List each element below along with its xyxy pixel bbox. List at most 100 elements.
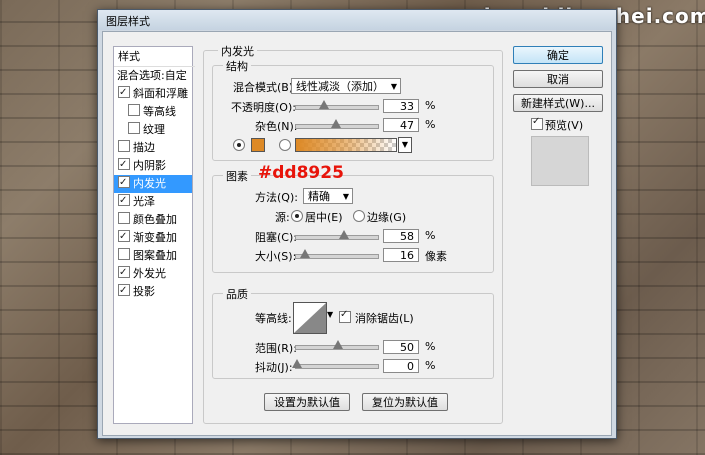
dialog-title: 图层样式 (106, 15, 150, 28)
style-pattern-overlay[interactable]: 图案叠加 (114, 247, 192, 265)
title-bar[interactable]: 图层样式 (98, 10, 616, 30)
inner-glow-checkbox[interactable] (118, 174, 130, 192)
ok-button[interactable]: 确定 (513, 46, 603, 64)
style-item-label: 等高线 (143, 105, 176, 118)
reset-default-button[interactable]: 复位为默认值 (362, 393, 448, 411)
contour-curve-icon (294, 303, 326, 333)
jitter-unit: % (425, 359, 436, 372)
style-list-header: 样式 (118, 50, 140, 63)
technique-label: 方法(Q): (255, 191, 298, 204)
style-gradient-overlay[interactable]: 渐变叠加 (114, 228, 192, 247)
solid-color-radio[interactable] (233, 139, 245, 151)
style-stroke[interactable]: 描边 (114, 139, 192, 157)
new-style-button[interactable]: 新建样式(W)... (513, 94, 603, 112)
glow-gradient-picker[interactable]: ▼ (295, 137, 412, 153)
style-drop-shadow[interactable]: 投影 (114, 282, 192, 301)
style-list: 样式 混合选项:自定 斜面和浮雕 等高线 纹理 描边 内阴影 内发光 光泽 颜色… (113, 46, 195, 424)
structure-legend: 结构 (223, 58, 251, 74)
range-input[interactable]: 50 (383, 340, 419, 354)
color-overlay-checkbox[interactable] (118, 212, 130, 224)
stroke-checkbox[interactable] (118, 140, 130, 152)
inner-shadow-checkbox[interactable] (118, 156, 130, 174)
style-texture[interactable]: 纹理 (114, 121, 192, 139)
gradient-overlay-checkbox[interactable] (118, 228, 130, 246)
style-item-label: 颜色叠加 (133, 213, 177, 226)
inner-glow-panel: 内发光 结构 混合模式(B): 线性减淡（添加） ▼ 不透明度(O): 33 %… (203, 43, 503, 424)
antialias-checkbox[interactable] (339, 309, 351, 323)
preview-checkbox[interactable] (531, 116, 543, 130)
style-outer-glow[interactable]: 外发光 (114, 264, 192, 283)
blend-mode-select[interactable]: 线性减淡（添加） ▼ (291, 78, 401, 94)
opacity-input[interactable]: 33 (383, 99, 419, 113)
source-center-label: 居中(E) (305, 211, 343, 224)
style-satin[interactable]: 光泽 (114, 192, 192, 211)
blend-mode-value: 线性减淡（添加） (296, 80, 384, 93)
noise-unit: % (425, 118, 436, 131)
quality-legend: 品质 (223, 286, 251, 302)
blending-options-item[interactable]: 混合选项:自定 (114, 66, 195, 85)
choke-input[interactable]: 58 (383, 229, 419, 243)
style-inner-glow[interactable]: 内发光 (114, 174, 192, 193)
gradient-radio[interactable] (279, 139, 291, 151)
style-item-label: 渐变叠加 (133, 231, 177, 244)
structure-group: 结构 混合模式(B): 线性减淡（添加） ▼ 不透明度(O): 33 % 杂色(… (212, 58, 494, 161)
opacity-label: 不透明度(O): (231, 101, 296, 114)
color-hex-annotation: #dd8925 (258, 163, 344, 183)
style-item-label: 纹理 (143, 123, 165, 136)
slider-thumb[interactable] (339, 230, 349, 239)
inner-glow-title: 内发光 (218, 43, 257, 59)
make-default-button[interactable]: 设置为默认值 (264, 393, 350, 411)
jitter-input[interactable]: 0 (383, 359, 419, 373)
chevron-down-icon: ▼ (390, 82, 397, 91)
jitter-slider[interactable] (292, 359, 379, 369)
style-preview-thumbnail (531, 136, 589, 186)
choke-label: 阻塞(C): (255, 231, 297, 244)
style-item-label: 描边 (133, 141, 155, 154)
chevron-down-icon[interactable]: ▼ (327, 310, 333, 319)
elements-legend: 图素 (223, 168, 251, 184)
opacity-slider[interactable] (295, 100, 379, 110)
style-contour[interactable]: 等高线 (114, 103, 192, 121)
slider-thumb[interactable] (300, 249, 310, 258)
slider-thumb[interactable] (333, 340, 343, 349)
style-item-label: 斜面和浮雕 (133, 87, 188, 100)
contour-label: 等高线: (255, 312, 292, 325)
source-edge-label: 边缘(G) (367, 211, 407, 224)
texture-checkbox[interactable] (128, 122, 140, 134)
style-inner-shadow[interactable]: 内阴影 (114, 156, 192, 175)
pattern-overlay-checkbox[interactable] (118, 248, 130, 260)
glow-color-swatch[interactable] (251, 138, 265, 152)
bevel-emboss-checkbox[interactable] (118, 84, 130, 102)
noise-input[interactable]: 47 (383, 118, 419, 132)
technique-select[interactable]: 精确 ▼ (303, 188, 353, 204)
opacity-unit: % (425, 99, 436, 112)
noise-slider[interactable] (295, 119, 379, 129)
range-slider[interactable] (295, 340, 379, 350)
quality-group: 品质 等高线: ▼ 消除锯齿(L) 范围(R): 50 % 抖动(J): 0 % (212, 286, 494, 379)
contour-picker[interactable] (293, 302, 327, 334)
satin-checkbox[interactable] (118, 192, 130, 210)
cancel-button[interactable]: 取消 (513, 70, 603, 88)
style-bevel-emboss[interactable]: 斜面和浮雕 (114, 84, 192, 103)
jitter-label: 抖动(J): (255, 361, 293, 374)
chevron-down-icon[interactable]: ▼ (398, 137, 412, 153)
outer-glow-checkbox[interactable] (118, 264, 130, 282)
slider-thumb[interactable] (319, 100, 329, 109)
style-item-label: 投影 (133, 285, 155, 298)
range-unit: % (425, 340, 436, 353)
source-center-radio[interactable] (291, 210, 303, 222)
chevron-down-icon: ▼ (342, 192, 349, 201)
style-color-overlay[interactable]: 颜色叠加 (114, 211, 192, 229)
contour-checkbox[interactable] (128, 104, 140, 116)
slider-thumb[interactable] (292, 359, 302, 368)
choke-slider[interactable] (295, 230, 379, 240)
blend-mode-label: 混合模式(B): (233, 81, 297, 94)
size-slider[interactable] (295, 249, 379, 259)
choke-unit: % (425, 229, 436, 242)
size-label: 大小(S): (255, 250, 297, 263)
size-input[interactable]: 16 (383, 248, 419, 262)
drop-shadow-checkbox[interactable] (118, 282, 130, 300)
source-edge-radio[interactable] (353, 210, 365, 222)
source-label: 源: (275, 211, 290, 224)
slider-thumb[interactable] (331, 119, 341, 128)
